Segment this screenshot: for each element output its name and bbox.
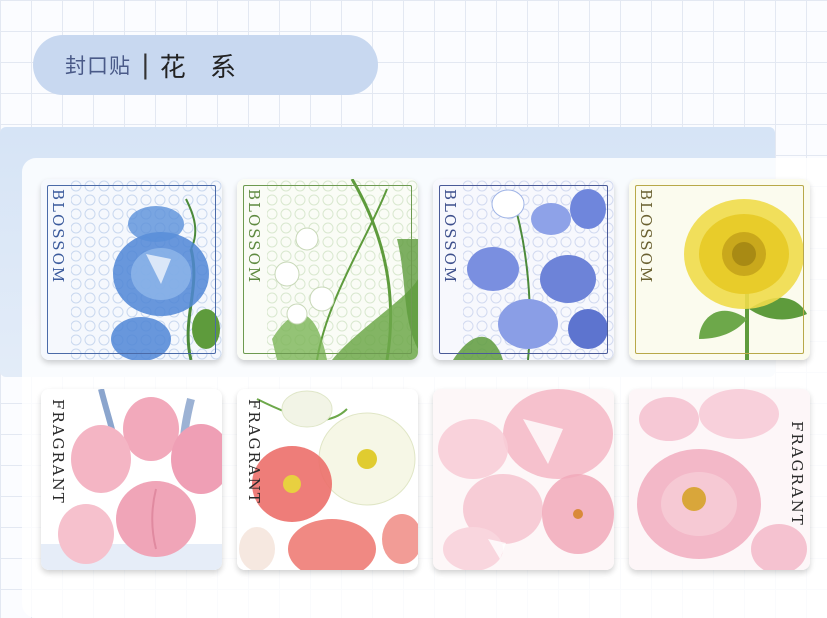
sticker-card-sunflower[interactable]: BLOSSOM bbox=[629, 179, 810, 360]
red-poppy-illustration bbox=[237, 389, 418, 570]
card-frame bbox=[635, 185, 804, 354]
title-separator: | bbox=[141, 50, 150, 80]
card-frame bbox=[439, 185, 608, 354]
blossom-label: BLOSSOM bbox=[441, 189, 459, 285]
blossom-label: BLOSSOM bbox=[49, 189, 67, 285]
sticker-card-cherry-blossom[interactable] bbox=[433, 389, 614, 570]
sticker-card-peony[interactable]: FRAGRANT bbox=[629, 389, 810, 570]
section-title-pill: 封口贴 | 花 系 bbox=[33, 35, 378, 95]
sticker-card-pink-tulip[interactable]: FRAGRANT bbox=[41, 389, 222, 570]
sticker-card-bellflower[interactable]: BLOSSOM bbox=[433, 179, 614, 360]
sticker-card-red-poppy[interactable]: FRAGRANT bbox=[237, 389, 418, 570]
blossom-label: BLOSSOM bbox=[637, 189, 655, 285]
series-name: 花 系 bbox=[159, 52, 245, 83]
card-frame bbox=[243, 185, 412, 354]
blossom-label: BLOSSOM bbox=[245, 189, 263, 285]
sticker-card-lily-of-the-valley[interactable]: BLOSSOM bbox=[237, 179, 418, 360]
fragrant-label: FRAGRANT bbox=[49, 399, 67, 505]
card-frame bbox=[47, 185, 216, 354]
fragrant-label: FRAGRANT bbox=[245, 399, 263, 505]
cherry-blossom-illustration bbox=[433, 389, 614, 570]
pink-tulip-illustration bbox=[41, 389, 222, 570]
fragrant-label: FRAGRANT bbox=[788, 421, 806, 527]
peony-illustration bbox=[629, 389, 810, 570]
title-label: 封口贴 bbox=[65, 54, 131, 78]
sticker-card-blue-morning-glory[interactable]: BLOSSOM bbox=[41, 179, 222, 360]
